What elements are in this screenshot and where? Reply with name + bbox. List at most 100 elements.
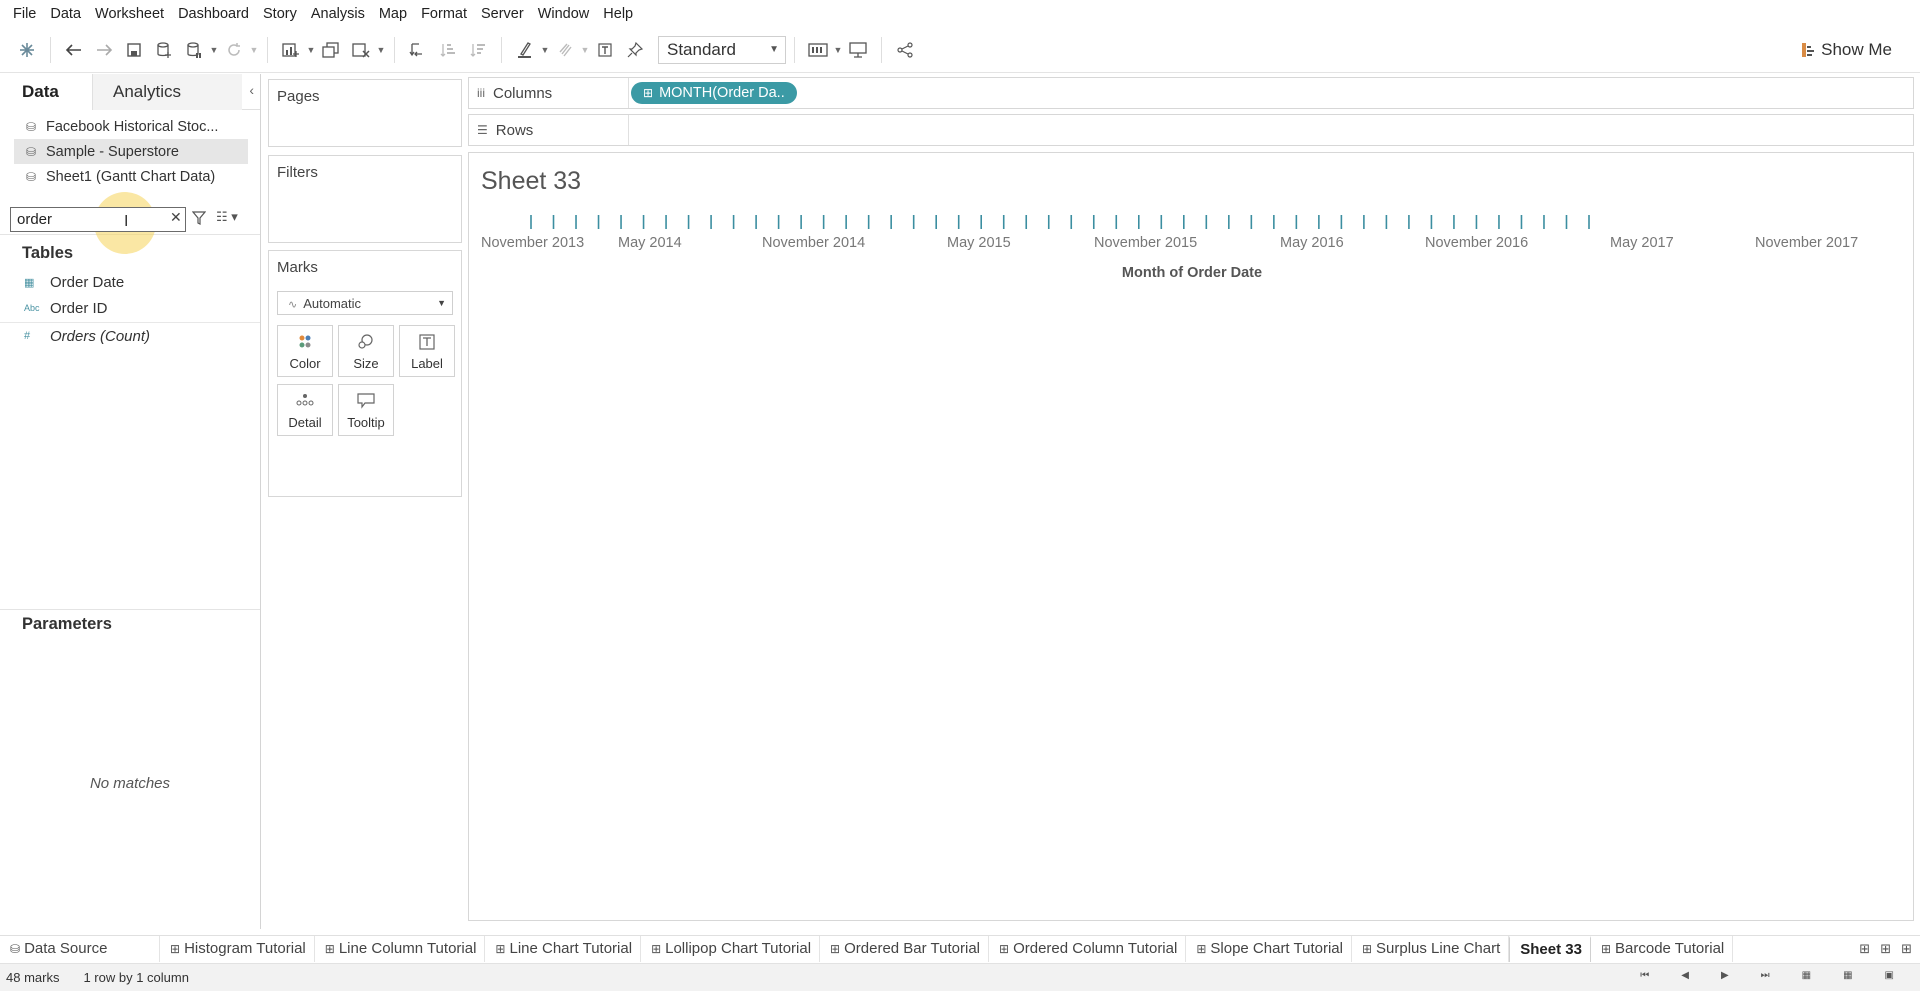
new-worksheet-icon[interactable] (276, 35, 306, 65)
chevron-down-icon[interactable]: ▼ (540, 45, 550, 55)
new-dashboard-icon[interactable]: ⊞ (1880, 941, 1891, 957)
field-item[interactable]: ▦ Order Date (24, 271, 124, 293)
show-tabs-icon[interactable]: ▣ (1885, 970, 1894, 981)
tableau-logo-icon[interactable] (12, 35, 42, 65)
first-sheet-icon[interactable]: ⏮ (1640, 970, 1649, 981)
new-sheet-buttons: ⊞ ⊞ ⊞ (1859, 936, 1920, 962)
menu-help[interactable]: Help (596, 6, 640, 22)
detail-button[interactable]: Detail (277, 384, 333, 436)
refresh-icon[interactable] (219, 35, 249, 65)
show-sheet-sorter-icon[interactable]: ▦ (1843, 970, 1852, 981)
field-item[interactable]: # Orders (Count) (24, 325, 150, 347)
menu-data[interactable]: Data (43, 6, 88, 22)
database-icon: ⛁ (10, 941, 21, 956)
save-icon[interactable] (119, 35, 149, 65)
sheet-view[interactable]: Sheet 33 November 2013 May 2014 November… (468, 152, 1914, 921)
menu-map[interactable]: Map (372, 6, 414, 22)
menu-analysis[interactable]: Analysis (304, 6, 372, 22)
menu-server[interactable]: Server (474, 6, 531, 22)
tab-ordered-bar-tutorial[interactable]: ⊞ Ordered Bar Tutorial (820, 935, 990, 962)
new-worksheet-icon[interactable]: ⊞ (1859, 941, 1870, 957)
filter-icon[interactable] (191, 211, 207, 228)
view-options-icon[interactable]: ☷ ▾ (216, 209, 238, 225)
sheet-title: Sheet 33 (481, 167, 582, 195)
collapse-pane-icon[interactable]: ‹ (249, 82, 254, 98)
redo-icon[interactable] (89, 35, 119, 65)
tab-barcode-tutorial[interactable]: ⊞ Barcode Tutorial (1591, 935, 1734, 962)
toolbar-separator (794, 36, 795, 63)
datasource-item[interactable]: ⛁ Sample - Superstore (14, 139, 248, 164)
show-labels-icon[interactable] (590, 35, 620, 65)
tab-sheet-33[interactable]: Sheet 33 (1509, 935, 1591, 962)
share-icon[interactable] (890, 35, 920, 65)
color-button[interactable]: Color (277, 325, 333, 377)
columns-shelf[interactable]: iii Columns ⊞ MONTH(Order Da.. (468, 77, 1914, 109)
worksheet-icon: ⊞ (1361, 941, 1373, 956)
menu-window[interactable]: Window (531, 6, 597, 22)
previous-sheet-icon[interactable]: ◀ (1681, 970, 1689, 981)
presentation-icon[interactable] (843, 35, 873, 65)
swap-rows-columns-icon[interactable] (403, 35, 433, 65)
datasource-item[interactable]: ⛁ Facebook Historical Stoc... (14, 114, 248, 139)
pin-icon[interactable] (620, 35, 650, 65)
chevron-down-icon[interactable]: ▼ (833, 45, 843, 55)
tab-slope-chart-tutorial[interactable]: ⊞ Slope Chart Tutorial (1186, 935, 1352, 962)
close-icon[interactable]: ✕ (170, 209, 182, 226)
last-sheet-icon[interactable]: ⏭ (1761, 970, 1770, 981)
filters-card[interactable]: Filters (268, 155, 462, 243)
tab-data[interactable]: Data (0, 74, 92, 110)
chevron-down-icon[interactable]: ▼ (209, 45, 219, 55)
menu-worksheet[interactable]: Worksheet (88, 6, 171, 22)
menu-story[interactable]: Story (256, 6, 304, 22)
show-filmstrip-icon[interactable]: ▦ (1802, 970, 1811, 981)
tab-lollipop-chart-tutorial[interactable]: ⊞ Lollipop Chart Tutorial (641, 935, 821, 962)
automatic-icon: ∿ (288, 298, 298, 311)
filters-title: Filters (277, 164, 318, 181)
tick-label: November 2014 (762, 235, 866, 251)
chevron-down-icon[interactable]: ▼ (249, 45, 259, 55)
highlight-icon[interactable] (510, 35, 540, 65)
columns-icon: iii (477, 86, 485, 100)
pages-card[interactable]: Pages (268, 79, 462, 147)
column-pill[interactable]: ⊞ MONTH(Order Da.. (631, 82, 797, 104)
menu-format[interactable]: Format (414, 6, 474, 22)
new-story-icon[interactable]: ⊞ (1901, 941, 1912, 957)
toolbar-separator (50, 36, 51, 63)
show-me-button[interactable]: Show Me (1801, 27, 1892, 73)
chevron-down-icon[interactable]: ▼ (580, 45, 590, 55)
tab-analytics[interactable]: Analytics (92, 74, 242, 110)
tab-line-chart-tutorial[interactable]: ⊞ Line Chart Tutorial (485, 935, 642, 962)
undo-icon[interactable] (59, 35, 89, 65)
size-button[interactable]: Size (338, 325, 394, 377)
worksheet-icon: ⊞ (999, 941, 1010, 956)
pause-updates-icon[interactable] (179, 35, 209, 65)
label-button[interactable]: Label (399, 325, 455, 377)
tab-line-column-tutorial[interactable]: ⊞ Line Column Tutorial (315, 935, 486, 962)
new-datasource-icon[interactable] (149, 35, 179, 65)
menu-file[interactable]: File (6, 6, 43, 22)
tab-surplus-line-chart[interactable]: ⊞ Surplus Line Chart (1352, 935, 1510, 962)
fit-select[interactable]: Standard ▼ (658, 35, 786, 64)
mark-type-select[interactable]: ∿ Automatic ▼ (277, 291, 453, 315)
search-input[interactable] (10, 207, 186, 232)
chevron-down-icon[interactable]: ▼ (306, 45, 316, 55)
no-matches-text: No matches (89, 775, 171, 792)
tab-histogram-tutorial[interactable]: ⊞ Histogram Tutorial (160, 935, 315, 962)
tab-ordered-column-tutorial[interactable]: ⊞ Ordered Column Tutorial (989, 935, 1187, 962)
duplicate-sheet-icon[interactable] (316, 35, 346, 65)
clear-sheet-icon[interactable] (346, 35, 376, 65)
tooltip-button[interactable]: Tooltip (338, 384, 394, 436)
sort-ascending-icon[interactable] (433, 35, 463, 65)
rows-shelf[interactable]: ☰ Rows (468, 114, 1914, 146)
toolbar-separator (267, 36, 268, 63)
next-sheet-icon[interactable]: ▶ (1721, 970, 1729, 981)
show-cards-icon[interactable] (803, 35, 833, 65)
field-item[interactable]: Abc Order ID (24, 297, 108, 319)
menu-dashboard[interactable]: Dashboard (171, 6, 256, 22)
tab-data-source[interactable]: ⛁ Data Source (0, 935, 160, 962)
group-icon[interactable] (550, 35, 580, 65)
sort-descending-icon[interactable] (463, 35, 493, 65)
x-axis-title: Month of Order Date (1121, 265, 1263, 281)
chevron-down-icon[interactable]: ▼ (376, 45, 386, 55)
datasource-item[interactable]: ⛁ Sheet1 (Gantt Chart Data) (14, 164, 248, 189)
